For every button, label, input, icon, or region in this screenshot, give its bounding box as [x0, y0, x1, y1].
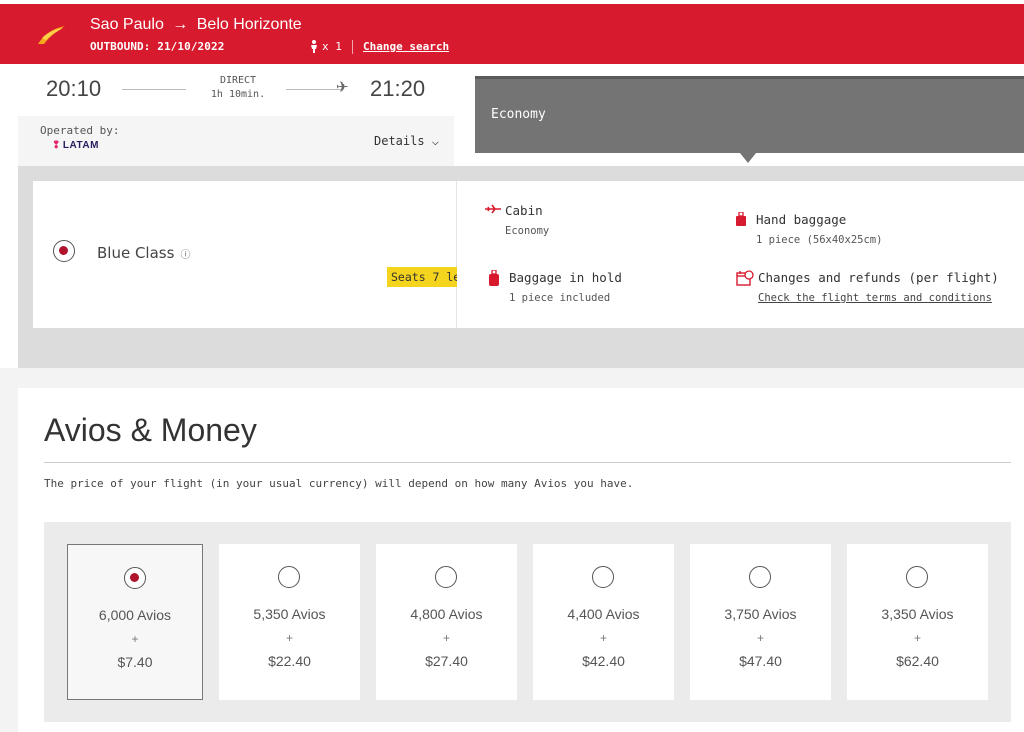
avios-amount: 3,350 Avios [881, 606, 954, 622]
avios-title: Avios & Money [44, 412, 257, 448]
hand-baggage-icon [736, 211, 746, 230]
plus-sign: + [756, 631, 764, 645]
plus-sign: + [599, 631, 607, 645]
money-amount: $22.40 [268, 653, 311, 669]
avios-option-radio[interactable] [592, 566, 614, 588]
feature-title: Changes and refunds (per flight) [758, 270, 999, 285]
flight-stops: DIRECT 1h 10min. [188, 74, 288, 102]
avios-option[interactable]: 3,350 Avios + $62.40 [847, 544, 988, 700]
money-amount: $42.40 [582, 653, 625, 669]
operator-bar: Operated by: ❢ LATAM Details ⌵ [18, 116, 454, 166]
fare-option[interactable]: Blue Class ⓘ Seats 7 left [33, 181, 457, 328]
arrival-time: 21:20 [370, 76, 426, 101]
outbound-date: OUTBOUND: 21/10/2022 [90, 40, 225, 53]
plus-sign: + [131, 632, 139, 646]
avios-option[interactable]: 4,800 Avios + $27.40 [376, 544, 517, 700]
passenger-icon [311, 40, 317, 53]
feature-title: Hand baggage [756, 212, 847, 227]
avios-amount: 4,800 Avios [410, 606, 483, 622]
avios-option[interactable]: 6,000 Avios + $7.40 [67, 544, 203, 700]
info-icon[interactable]: ⓘ [180, 250, 190, 261]
feature-desc: Economy [505, 225, 550, 237]
passenger-count: x 1 [310, 40, 342, 53]
route-arrow-icon: → [172, 16, 189, 33]
money-amount: $62.40 [896, 653, 939, 669]
feature-desc: 1 piece included [509, 292, 611, 304]
feature-title: Baggage in hold [509, 270, 622, 285]
plane-icon [485, 203, 501, 218]
avios-option-radio[interactable] [278, 566, 300, 588]
divider [44, 462, 1011, 463]
fare-name: Blue Class ⓘ [97, 244, 190, 262]
cabin-tab-economy[interactable]: Economy [475, 76, 1024, 153]
avios-option[interactable]: 3,750 Avios + $47.40 [690, 544, 831, 700]
change-search-link[interactable]: Change search [363, 40, 449, 53]
destination-city: Belo Horizonte [196, 16, 302, 33]
avios-option-radio[interactable] [435, 566, 457, 588]
money-amount: $27.40 [425, 653, 468, 669]
avios-option-radio[interactable] [749, 566, 771, 588]
flight-times: 20:10 DIRECT 1h 10min. ✈ 21:20 [18, 64, 454, 116]
avios-option-radio[interactable] [124, 567, 146, 589]
airline-logo-icon [38, 26, 65, 44]
search-header: Sao Paulo → Belo Horizonte OUTBOUND: 21/… [0, 4, 1024, 64]
flight-summary: 20:10 DIRECT 1h 10min. ✈ 21:20 Operated … [18, 64, 454, 166]
passenger-count-value: x 1 [322, 40, 342, 53]
fare-card: Blue Class ⓘ Seats 7 left Cabin Economy H… [33, 181, 1024, 328]
fare-name-label: Blue Class [97, 244, 175, 262]
plus-sign: + [285, 631, 293, 645]
avios-option-radio[interactable] [906, 566, 928, 588]
feature-desc: 1 piece (56x40x25cm) [756, 234, 883, 246]
avios-amount: 3,750 Avios [724, 606, 797, 622]
tab-pointer [740, 153, 756, 163]
feature-title: Cabin [505, 203, 543, 218]
departure-time: 20:10 [46, 76, 102, 101]
details-toggle[interactable]: Details ⌵ [374, 134, 439, 148]
avios-description: The price of your flight (in your usual … [44, 477, 634, 490]
route-title: Sao Paulo → Belo Horizonte [90, 16, 302, 34]
money-amount: $7.40 [117, 654, 153, 670]
avios-amount: 6,000 Avios [98, 607, 172, 623]
avios-amount: 5,350 Avios [253, 606, 326, 622]
operator-logo: ❢ LATAM [52, 140, 99, 151]
operated-by-label: Operated by: [40, 124, 120, 137]
flight-terms-link[interactable]: Check the flight terms and conditions [758, 292, 992, 304]
route-line [122, 89, 186, 90]
avios-option[interactable]: 5,350 Avios + $22.40 [219, 544, 360, 700]
operator-name: LATAM [62, 140, 99, 151]
fare-radio[interactable] [53, 240, 75, 262]
money-amount: $47.40 [739, 653, 782, 669]
seats-left-badge: Seats 7 left [387, 267, 457, 287]
avios-amount: 4,400 Avios [567, 606, 640, 622]
plane-icon: ✈ [336, 78, 349, 96]
duration-label: 1h 10min. [210, 89, 266, 100]
calendar-icon [736, 270, 754, 290]
stops-label: DIRECT [219, 75, 257, 86]
header-divider [352, 40, 353, 54]
origin-city: Sao Paulo [90, 16, 164, 33]
cabin-tab-label: Economy [491, 107, 546, 122]
plus-sign: + [442, 631, 450, 645]
latam-logo-icon: ❢ [52, 140, 61, 151]
hold-baggage-icon [489, 269, 499, 290]
avios-option[interactable]: 4,400 Avios + $42.40 [533, 544, 674, 700]
plus-sign: + [913, 631, 921, 645]
